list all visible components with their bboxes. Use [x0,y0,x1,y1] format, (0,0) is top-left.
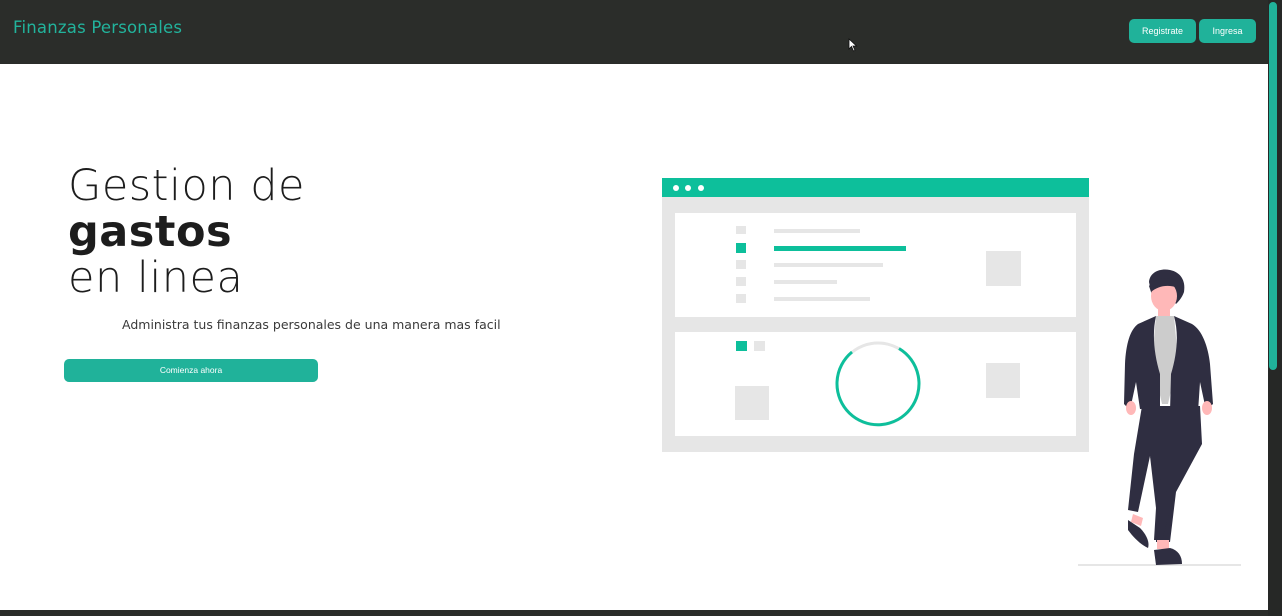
mouse-pointer-icon [848,38,858,52]
register-button[interactable]: Registrate [1129,19,1196,43]
browser-viewport: Finanzas Personales Registrate Ingresa G… [0,0,1282,616]
navbar: Finanzas Personales Registrate Ingresa [0,0,1268,63]
login-button[interactable]: Ingresa [1199,19,1256,43]
brand-logo-text[interactable]: Finanzas Personales [13,18,182,37]
dashboard-window-graphic [662,178,1089,452]
hero-section: Gestion de gastos en linea Administra tu… [0,64,1268,610]
scrollbar-thumb[interactable] [1269,2,1277,370]
dashboard-illustration [662,178,1241,566]
page-bottom-edge [0,610,1268,616]
person-illustration [1124,269,1213,565]
